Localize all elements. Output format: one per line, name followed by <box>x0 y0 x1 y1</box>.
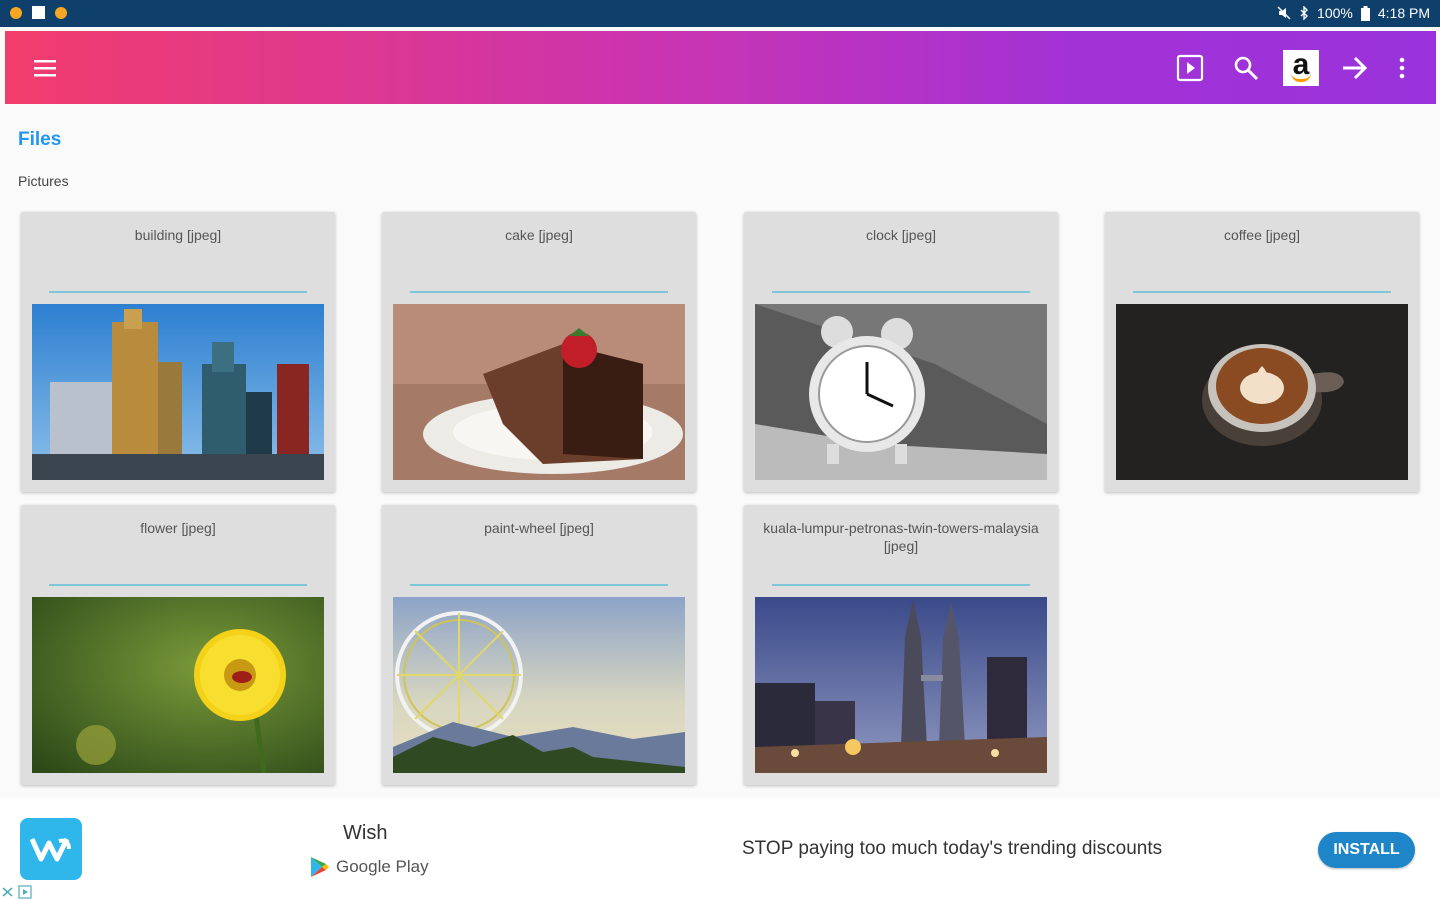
arrow-right-icon <box>1343 56 1368 79</box>
file-title: clock [jpeg] <box>865 227 937 243</box>
google-play-label: Google Play <box>336 857 429 876</box>
divider <box>772 291 1030 293</box>
file-card[interactable]: flower [jpeg] <box>21 505 335 785</box>
file-title: cake [jpeg] <box>505 227 573 243</box>
notification-dot-icon <box>55 6 67 19</box>
ad-headline: STOP paying too much today's trending di… <box>742 838 1163 859</box>
divider <box>772 584 1030 586</box>
flower-thumbnail <box>32 597 324 773</box>
clock-thumbnail <box>755 304 1047 480</box>
search-button[interactable] <box>1226 31 1266 104</box>
status-bar: 100% 4:18 PM <box>0 0 1440 27</box>
file-title: coffee [jpeg] <box>1223 227 1301 243</box>
divider <box>49 584 307 586</box>
notification-icons <box>10 6 67 19</box>
slideshow-button[interactable] <box>1170 31 1210 104</box>
file-title: building [jpeg] <box>134 227 222 243</box>
google-play-icon <box>311 857 329 877</box>
ferris-wheel-thumbnail <box>393 597 685 773</box>
install-button[interactable]: INSTALL <box>1318 832 1415 868</box>
status-indicators: 100% 4:18 PM <box>1277 5 1430 21</box>
divider <box>410 584 668 586</box>
file-card[interactable]: coffee [jpeg] <box>1105 212 1419 492</box>
bluetooth-icon <box>1300 6 1309 20</box>
google-play-badge: Google Play <box>310 856 429 878</box>
more-vert-icon <box>1399 57 1405 78</box>
search-icon <box>1234 56 1259 80</box>
building-thumbnail <box>32 304 324 480</box>
notification-dot-icon <box>10 6 22 19</box>
battery-icon <box>1360 5 1370 21</box>
flipboard-icon <box>32 6 45 19</box>
divider <box>49 291 307 293</box>
app-toolbar: a <box>5 31 1436 104</box>
slideshow-icon <box>1176 54 1204 81</box>
file-title: kuala-lumpur-petronas-twin-towers-malays… <box>763 520 1039 554</box>
mute-icon <box>1277 6 1291 20</box>
divider <box>410 291 668 293</box>
hamburger-icon <box>34 59 56 76</box>
adchoices-icon[interactable] <box>0 884 36 900</box>
coffee-thumbnail <box>1116 304 1408 480</box>
file-card[interactable]: cake [jpeg] <box>382 212 696 492</box>
amazon-button[interactable]: a <box>1282 31 1320 104</box>
file-card[interactable]: clock [jpeg] <box>744 212 1058 492</box>
petronas-towers-thumbnail <box>755 597 1047 773</box>
divider <box>1133 291 1391 293</box>
ad-banner[interactable]: Wish Google Play STOP paying too much to… <box>0 798 1440 900</box>
file-title: paint-wheel [jpeg] <box>484 520 594 536</box>
file-card[interactable]: paint-wheel [jpeg] <box>382 505 696 785</box>
file-card[interactable]: kuala-lumpur-petronas-twin-towers-malays… <box>744 505 1058 785</box>
menu-button[interactable] <box>27 31 63 104</box>
cake-thumbnail <box>393 304 685 480</box>
file-card[interactable]: building [jpeg] <box>21 212 335 492</box>
breadcrumb-files-link[interactable]: Files <box>18 129 61 151</box>
overflow-menu-button[interactable] <box>1390 31 1414 104</box>
forward-button[interactable] <box>1335 31 1375 104</box>
battery-percent: 100% <box>1317 5 1353 21</box>
clock: 4:18 PM <box>1377 5 1430 21</box>
wish-logo-icon <box>20 818 82 880</box>
ad-app-name: Wish <box>343 822 388 844</box>
file-title: flower [jpeg] <box>140 520 216 536</box>
current-folder-label: Pictures <box>18 173 69 189</box>
amazon-icon: a <box>1283 48 1319 86</box>
